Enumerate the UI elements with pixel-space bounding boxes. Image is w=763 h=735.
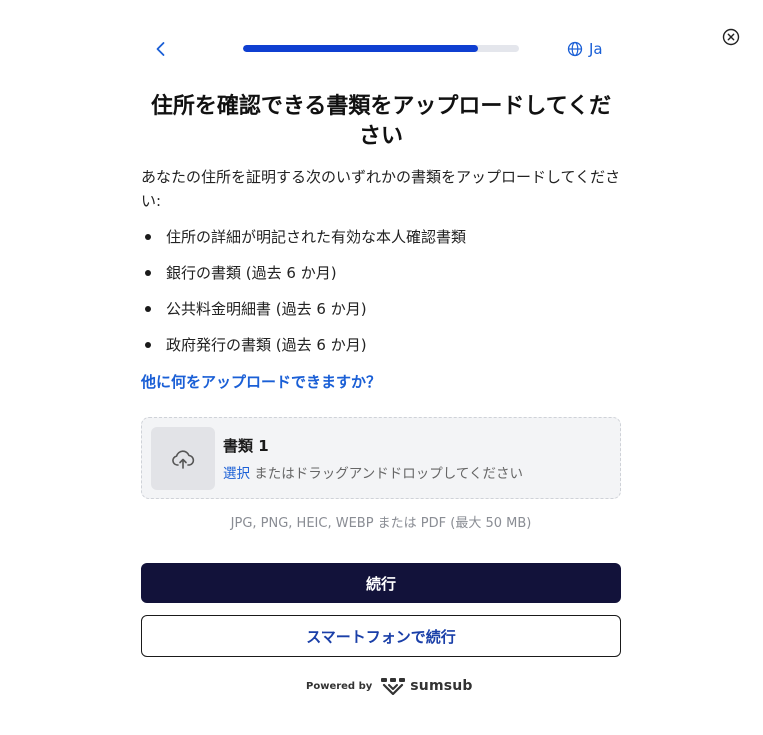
select-file-link[interactable]: 選択 [223, 466, 250, 482]
drag-drop-text: またはドラッグアンドドロップしてください [250, 466, 523, 482]
brand-name: sumsub [410, 678, 473, 694]
accepted-formats: JPG, PNG, HEIC, WEBP または PDF (最大 50 MB) [230, 516, 532, 531]
close-button[interactable] [722, 28, 740, 46]
continue-button[interactable]: 続行 [141, 563, 621, 603]
globe-icon [567, 41, 583, 57]
list-item: 住所の詳細が明記された有効な本人確認書類 [141, 226, 621, 262]
list-item: 銀行の書類 (過去 6 か月) [141, 262, 621, 298]
close-circle-icon [722, 28, 740, 46]
powered-by-text: Powered by [306, 680, 373, 692]
help-link[interactable]: 他に何をアップロードできますか？ [141, 371, 381, 393]
document-types-list: 住所の詳細が明記された有効な本人確認書類 銀行の書類 (過去 6 か月) 公共料… [141, 226, 621, 370]
cloud-upload-icon [172, 449, 195, 469]
header: Ja [141, 36, 621, 62]
progress-bar-fill [243, 45, 478, 52]
continue-on-phone-button[interactable]: スマートフォンで続行 [141, 615, 621, 657]
back-button[interactable] [151, 39, 171, 59]
page-description: あなたの住所を証明する次のいずれかの書類をアップロードしてください: [141, 168, 621, 210]
language-label: Ja [589, 40, 603, 58]
chevron-left-icon [156, 42, 165, 56]
language-selector[interactable]: Ja [567, 39, 603, 59]
upload-document-title: 書類 1 [223, 437, 269, 455]
upload-instructions: 選択 またはドラッグアンドドロップしてください [223, 462, 523, 482]
page-title: 住所を確認できる書類をアップロードしてください [150, 94, 612, 149]
sumsub-logo-icon [381, 678, 406, 695]
upload-dropzone[interactable]: 書類 1 選択 またはドラッグアンドドロップしてください [141, 417, 621, 499]
upload-icon-box [151, 427, 215, 490]
progress-bar [243, 45, 519, 52]
powered-by: Powered by sumsub [306, 676, 473, 696]
list-item: 公共料金明細書 (過去 6 か月) [141, 298, 621, 334]
list-item: 政府発行の書類 (過去 6 か月) [141, 334, 621, 370]
